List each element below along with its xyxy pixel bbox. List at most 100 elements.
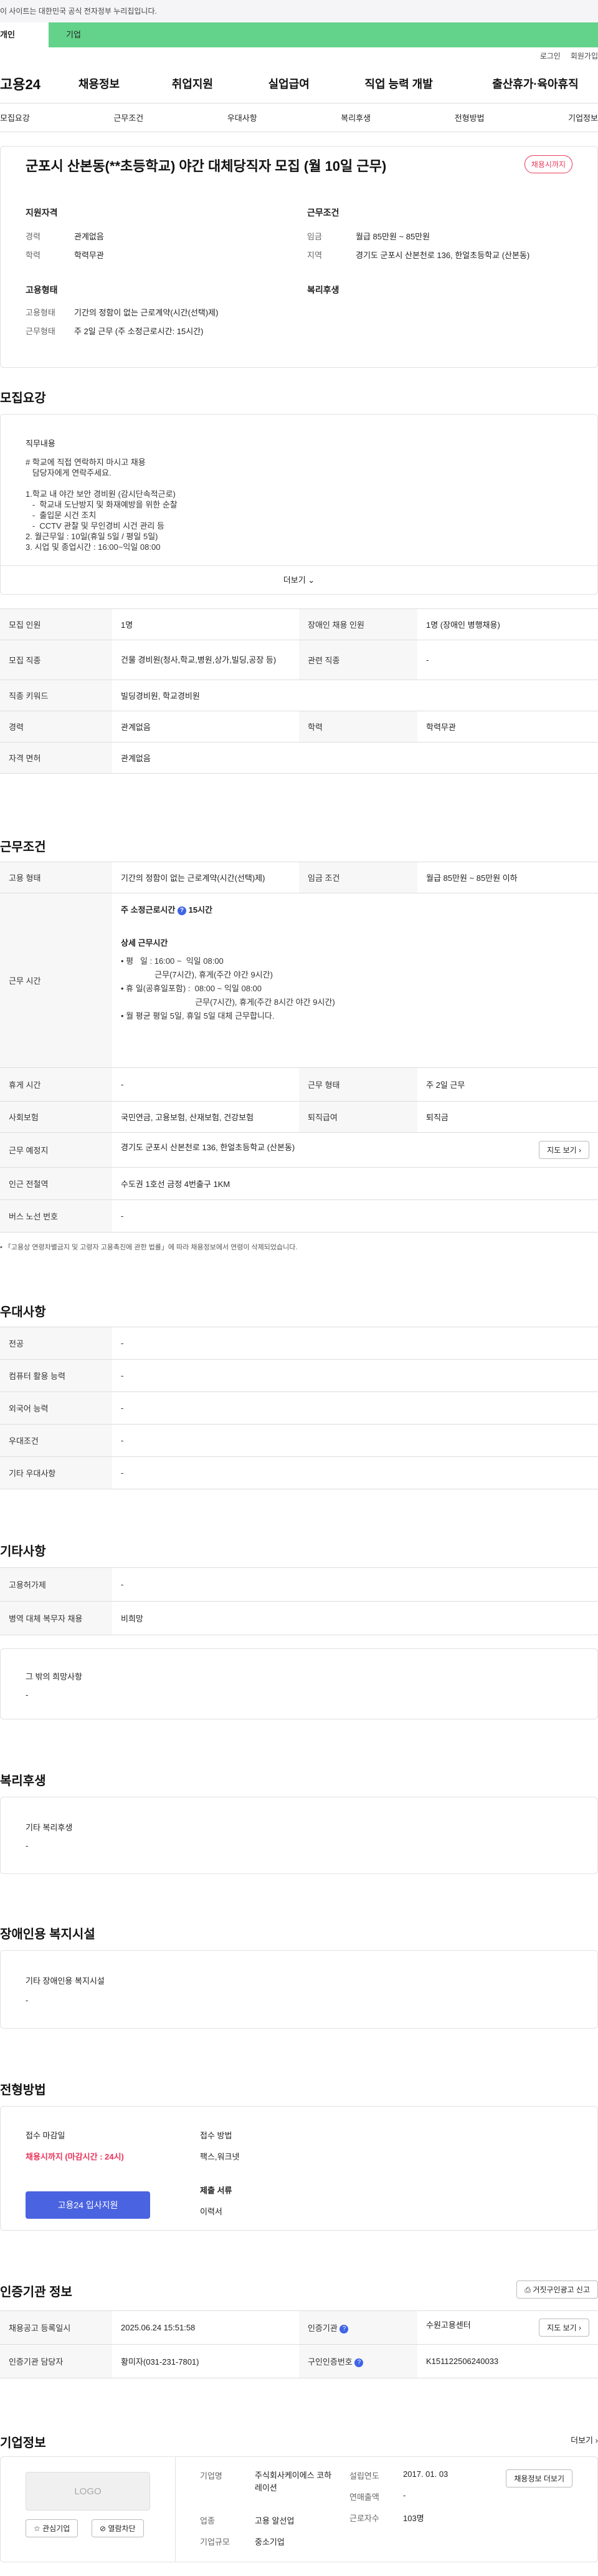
block-company-button[interactable]: ⊘ 열람차단 [92, 2519, 144, 2537]
company-more-link[interactable]: 더보기 › [571, 2434, 598, 2446]
disabled-section-title: 장애인용 복지시설 [0, 1928, 95, 1941]
table-header-cell: 병역 대체 복무자 채용 [0, 1601, 112, 1635]
table-header-cell: 근무 시간 [0, 893, 112, 1068]
global-nav: 고용24 채용정보 취업지원 실업급여 직업 능력 개발 출산휴가·육아휴직 [0, 64, 598, 103]
table-cell: 1명 [112, 608, 299, 640]
table-cell: 학력무관 [417, 711, 598, 743]
favorite-company-button[interactable]: ☆ 관심기업 [26, 2519, 78, 2537]
disabled-box: 기타 장애인용 복지시설 - [0, 1950, 598, 2029]
qual-edu-label: 학력 [26, 251, 40, 260]
table-cell: - [112, 1327, 598, 1360]
table-row: 고용 형태 기간의 정함이 없는 근로계약(시간(선택)제) 임금 조건 월급 … [0, 862, 598, 893]
anchor-process[interactable]: 전형방법 [455, 112, 485, 123]
table-cell: - [112, 1359, 598, 1392]
gnb-job-info[interactable]: 채용정보 [78, 75, 172, 92]
table-header-cell: 휴게 시간 [0, 1067, 112, 1102]
info-icon[interactable]: ? [339, 2324, 349, 2333]
company-name-label: 기업명 [200, 2471, 222, 2481]
agency-map-button[interactable]: 지도 보기 › [539, 2319, 589, 2337]
gnb-unemployment-benefit[interactable]: 실업급여 [268, 75, 365, 92]
job-summary-card: 군포시 산본동(**초등학교) 야간 대체당직자 모집 (월 10일 근무) 채… [0, 146, 598, 368]
qual-career-value: 관계없음 [74, 232, 104, 241]
table-header-cell: 고용 형태 [0, 862, 112, 893]
detail-hours-title: 상세 근무시간 [121, 938, 168, 948]
table-row: 버스 노선 번호 - [0, 1199, 598, 1233]
table-row: 사회보험 국민연금, 고용보험, 산재보험, 건강보험 퇴직급여 퇴직금 [0, 1101, 598, 1133]
site-logo[interactable]: 고용24 [0, 74, 78, 94]
anchor-company[interactable]: 기업정보 [568, 112, 598, 123]
table-row: 모집 직종 건물 경비원(청사,학교,병원,상가,빌딩,공장 등) 관련 직종 … [0, 640, 598, 680]
etc-section-title: 기타사항 [0, 1545, 46, 1559]
apply-button[interactable]: 고용24 입사지원 [26, 2191, 150, 2219]
table-header-cell: 자격 면허 [0, 742, 112, 774]
login-link[interactable]: 로그인 [540, 50, 561, 61]
tab-personal[interactable]: 개인 [0, 22, 49, 47]
table-row: 채용공고 등록일시 2025.06.24 15:51:58 인증기관 ? 수원고… [0, 2310, 598, 2345]
chevron-right-icon: › [579, 2324, 581, 2332]
table-header-cell: 장애인 채용 인원 [299, 608, 417, 640]
cert-no-label: 구인인증번호 [308, 2357, 353, 2367]
table-cell: 비희망 [112, 1601, 598, 1635]
founded-value: 2017. 01. 03 [403, 2469, 448, 2479]
table-header-cell: 구인인증번호 ? [299, 2344, 417, 2378]
agency-table: 채용공고 등록일시 2025.06.24 15:51:58 인증기관 ? 수원고… [0, 2310, 598, 2378]
table-header-cell: 인근 전철역 [0, 1167, 112, 1200]
table-cell: 퇴직금 [417, 1101, 598, 1133]
table-row: 외국어 능력 - [0, 1391, 598, 1425]
company-size-value: 중소기업 [255, 2537, 285, 2547]
table-cell: 수원고용센터 지도 보기 › [417, 2310, 598, 2345]
cond-heading: 근무조건 [307, 208, 339, 218]
join-link[interactable]: 회원가입 [571, 50, 598, 61]
tab-business[interactable]: 기업 [49, 22, 598, 47]
employees-value: 103명 [403, 2514, 424, 2523]
gnb-vocational-training[interactable]: 직업 능력 개발 [364, 75, 492, 92]
work-section-title: 근무조건 [0, 840, 46, 854]
table-row: 전공 - [0, 1327, 598, 1360]
duty-more-button[interactable]: 더보기 ⌄ [1, 565, 597, 594]
weekly-hours-value: 15시간 [188, 905, 212, 915]
table-header-cell: 고용허가제 [0, 1567, 112, 1602]
agency-value: 수원고용센터 [426, 2320, 471, 2330]
hope-value: - [26, 1690, 29, 1699]
company-jobs-button[interactable]: 채용정보 더보기 [506, 2469, 572, 2487]
table-header-cell: 기타 우대사항 [0, 1456, 112, 1489]
docs-value: 이력서 [200, 2207, 222, 2216]
section-anchor-tabs: 모집요강 근무조건 우대사항 복리후생 전형방법 기업정보 [0, 103, 598, 132]
gov-banner-text: 이 사이트는 대한민국 공식 전자정부 누리집입니다. [0, 7, 157, 16]
age-notice-text: 「고용상 연령차별금지 및 고령자 고용촉진에 관한 법률」에 따라 채용정보에… [4, 1244, 298, 1251]
founded-label: 설립연도 [349, 2471, 379, 2481]
star-icon: ☆ [34, 2524, 40, 2533]
map-button[interactable]: 지도 보기 › [539, 1141, 589, 1159]
process-section-title: 전형방법 [0, 2083, 46, 2097]
info-icon[interactable]: ? [177, 906, 186, 915]
emp-type-value: 기간의 정함이 없는 근로계약(시간(선택)제) [74, 308, 219, 317]
table-header-cell: 근무 형태 [299, 1067, 417, 1102]
cond-wage-value: 월급 85만원 ~ 85만원 [356, 232, 430, 241]
table-cell: K151122506240033 [417, 2344, 598, 2378]
emp-type-label: 고용형태 [26, 308, 55, 317]
anchor-recruit[interactable]: 모집요강 [0, 112, 30, 123]
duty-more-label: 더보기 [283, 575, 306, 585]
company-more-label: 더보기 [571, 2436, 594, 2445]
false-ad-report-button[interactable]: ⎙ 거짓구인광고 신고 [516, 2280, 598, 2299]
table-header-cell: 인증기관 ? [299, 2310, 417, 2345]
detail-hours-text: • 평 일 : 16:00 ~ 익일 08:00 근무(7시간), 휴게(주간 … [121, 956, 335, 1021]
agency-section-title: 인증기관 정보 [0, 2285, 72, 2299]
benefit-value: - [26, 1841, 29, 1850]
chevron-down-icon: ⌄ [308, 575, 315, 585]
company-industry-label: 업종 [200, 2516, 215, 2526]
company-card: LOGO ☆ 관심기업 ⊘ 열람차단 기업명 주식회사케이에스 코하레이션 업종… [0, 2456, 598, 2562]
gnb-parental-leave[interactable]: 출산휴가·육아휴직 [492, 75, 598, 92]
company-section-title: 기업정보 [0, 2436, 46, 2450]
emp-heading: 고용형태 [26, 285, 58, 295]
info-icon[interactable]: ? [354, 2358, 364, 2367]
anchor-preferences[interactable]: 우대사항 [227, 112, 257, 123]
table-row: 휴게 시간 - 근무 형태 주 2일 근무 [0, 1067, 598, 1102]
table-cell: - [112, 1067, 299, 1102]
table-cell: - [112, 1456, 598, 1489]
gnb-employment-support[interactable]: 취업지원 [172, 75, 268, 92]
anchor-welfare[interactable]: 복리후생 [341, 112, 371, 123]
table-cell: - [112, 1391, 598, 1425]
table-cell: 주 2일 근무 [417, 1067, 598, 1102]
anchor-work-conditions[interactable]: 근무조건 [113, 112, 143, 123]
